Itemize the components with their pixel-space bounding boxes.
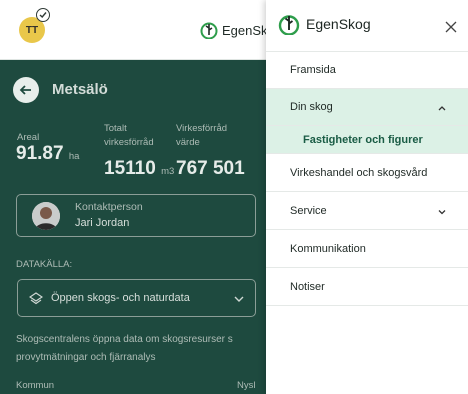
egenskog-logo-icon (278, 15, 300, 35)
kommun-label: Kommun (16, 380, 55, 391)
datasource-selected: Öppen skogs- och naturdata (51, 292, 190, 304)
contact-name: Jari Jordan (75, 217, 130, 229)
menu-item-label: Kommunikation (290, 243, 366, 255)
chevron-down-icon (234, 296, 244, 302)
volume-label-2: virkesförråd (104, 137, 154, 148)
volume-label-1: Totalt (104, 123, 127, 134)
nysl-label: Nysl (237, 380, 256, 391)
datasource-select[interactable]: Öppen skogs- och naturdata (17, 279, 256, 317)
value-value: 767 501 (176, 158, 245, 179)
check-badge-icon (36, 8, 50, 22)
datasource-description: Skogscentralens öppna data om skogsresur… (16, 334, 233, 363)
menu-item-label: Din skog (290, 101, 333, 113)
menu-item-framsida[interactable]: Framsida (266, 52, 468, 89)
menu-item-label: Framsida (290, 64, 336, 76)
submenu-item-fastigheter[interactable]: Fastigheter och figurer (266, 126, 468, 154)
contact-label: Kontaktperson (75, 201, 143, 213)
close-button[interactable] (442, 18, 460, 36)
drawer-logo[interactable]: EgenSkog (278, 13, 371, 35)
arrow-left-icon (19, 85, 31, 95)
volume-value: 15110 m3 (104, 158, 175, 179)
header-brand: EgenSk (222, 22, 268, 38)
header-logo[interactable]: EgenSk (200, 21, 268, 39)
value-label-1: Virkesförråd (176, 123, 228, 134)
egenskog-logo-icon (200, 22, 218, 39)
areal-value: 91.87 ha (16, 143, 80, 164)
chevron-up-icon (438, 106, 446, 111)
page-title: Metsälö (52, 81, 108, 98)
menu-item-virkeshandel[interactable]: Virkeshandel och skogsvård (266, 155, 468, 192)
back-button[interactable] (13, 77, 39, 103)
contact-card[interactable]: Kontaktperson Jari Jordan (16, 194, 256, 237)
chevron-down-icon (438, 210, 446, 215)
menu-item-label: Virkeshandel och skogsvård (290, 167, 428, 179)
contact-avatar (32, 202, 60, 230)
submenu-item-label: Fastigheter och figurer (303, 133, 423, 146)
menu-item-notiser[interactable]: Notiser (266, 269, 468, 306)
value-label-2: värde (176, 137, 200, 148)
navigation-drawer: EgenSkog Framsida Din skog Fastigheter o… (266, 0, 468, 394)
menu-item-service[interactable]: Service (266, 193, 468, 230)
layers-icon (29, 292, 43, 305)
menu-item-kommunikation[interactable]: Kommunikation (266, 231, 468, 268)
menu-item-din-skog[interactable]: Din skog (266, 89, 468, 126)
menu-item-label: Notiser (290, 281, 325, 293)
close-icon (445, 21, 457, 33)
drawer-brand: EgenSkog (306, 16, 371, 32)
datasource-label: DATAKÄLLA: (16, 259, 73, 270)
menu-item-label: Service (290, 205, 327, 217)
drawer-header: EgenSkog (266, 0, 468, 52)
